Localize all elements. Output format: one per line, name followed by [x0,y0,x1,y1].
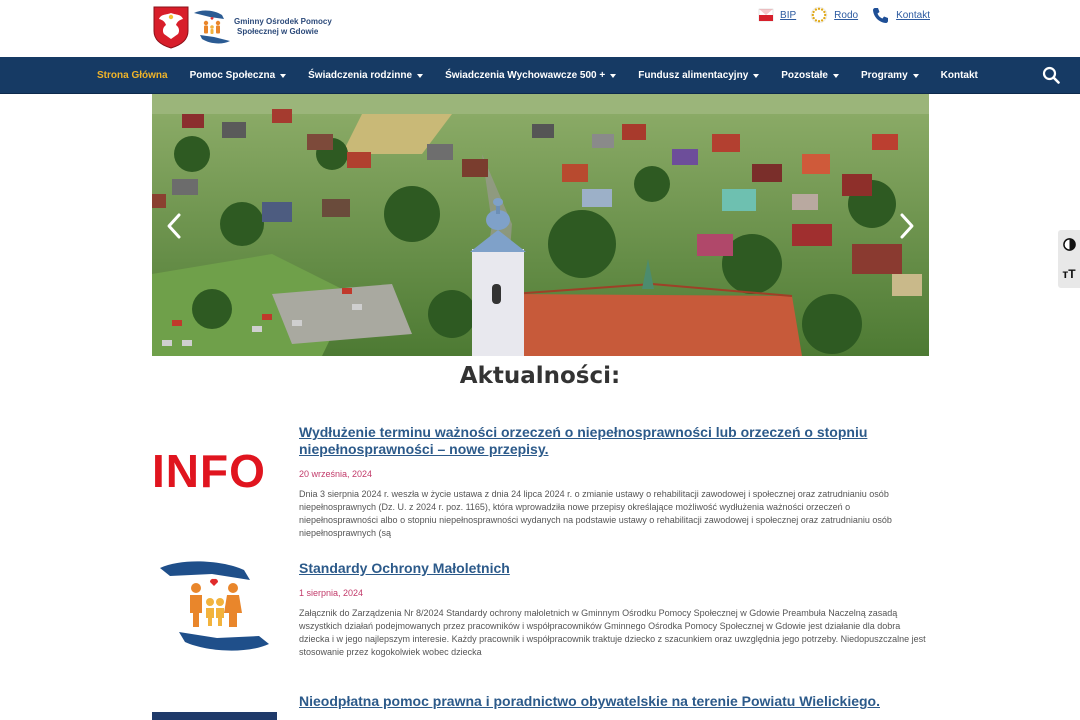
nav-item-contact[interactable]: Kontakt [941,70,978,81]
post-thumbnail[interactable]: INFO [152,444,277,498]
bip-link-label: BIP [780,9,797,21]
nav-menu: Strona Główna Pomoc Społeczna Świadczeni… [97,57,978,94]
slider-prev-arrow-icon[interactable] [164,212,184,240]
post-body: Standardy Ochrony Małoletnich 1 sierpnia… [299,560,929,659]
site-logo[interactable]: Gminny Ośrodek Pomocy Społecznej w Gdowi… [152,5,334,49]
post-title-link[interactable]: Standardy Ochrony Małoletnich [299,560,929,577]
bip-icon [758,8,774,22]
nav-item-label: Świadczenia Wychowawcze 500 + [445,70,606,81]
accessibility-toolbar: тT [1058,230,1080,288]
post-body: Nieodpłatna pomoc prawna i poradnictwo o… [299,693,929,710]
hero-slider[interactable] [152,94,929,356]
rodo-link[interactable]: Rodo [810,6,858,24]
family-hands-icon [160,561,269,651]
nav-item-label: Kontakt [940,70,978,81]
font-size-button[interactable]: тT [1058,259,1080,288]
eu-stars-icon [810,6,828,24]
top-links: BIP Rodo Kontakt [758,6,930,24]
chevron-down-icon [417,73,424,78]
logo-text-line1: Gminny Ośrodek Pomocy [234,17,332,26]
nav-item-label: Fundusz alimentacyjny [638,70,749,81]
nav-item-other[interactable]: Pozostałe [781,70,839,81]
post-thumbnail[interactable] [152,560,277,657]
nav-item-label: Świadczenia rodzinne [308,70,413,81]
nav-item-home[interactable]: Strona Główna [97,70,168,81]
chevron-down-icon [280,73,287,78]
nav-item-label: Pomoc Społeczna [189,70,276,81]
nav-item-family-benefits[interactable]: Świadczenia rodzinne [308,70,424,81]
logo-text-line2: Społecznej w Gdowie [237,27,319,36]
phone-icon [873,8,889,23]
logo-text: Gminny Ośrodek Pomocy Społecznej w Gdowi… [234,17,334,37]
post-title-link[interactable]: Nieodpłatna pomoc prawna i poradnictwo o… [299,693,929,710]
contact-link[interactable]: Kontakt [872,6,930,24]
nav-item-social-help[interactable]: Pomoc Społeczna [190,70,287,81]
nav-item-500plus[interactable]: Świadczenia Wychowawcze 500 + [445,70,617,81]
font-size-icon: тT [1062,266,1076,281]
contrast-toggle-button[interactable] [1058,230,1080,259]
post-excerpt: Dnia 3 sierpnia 2024 r. weszła w życie u… [299,489,892,538]
nav-item-label: Pozostałe [781,70,828,81]
nav-item-programs[interactable]: Programy [861,70,919,81]
chevron-down-icon [832,73,839,78]
contact-link-label: Kontakt [896,9,930,21]
nav-item-label: Programy [860,70,908,81]
main-navigation: Strona Główna Pomoc Społeczna Świadczeni… [0,57,1080,94]
post-title-link[interactable]: Wydłużenie terminu ważności orzeczeń o n… [299,424,929,458]
chevron-down-icon [912,73,919,78]
contrast-icon [1062,238,1076,251]
nav-item-alimony-fund[interactable]: Fundusz alimentacyjny [638,70,760,81]
chevron-down-icon [753,73,760,78]
section-title: Aktualności: [459,363,621,389]
post-date: 1 sierpnia, 2024 [299,588,364,598]
coat-of-arms-icon [153,6,189,49]
bip-link[interactable]: BIP [758,7,796,23]
site-header: Gminny Ośrodek Pomocy Społecznej w Gdowi… [0,0,1080,57]
nav-item-label: Strona Główna [97,70,168,81]
hands-family-logo-icon [194,10,230,44]
post-thumbnail[interactable] [152,712,277,720]
post-date: 20 września, 2024 [299,469,373,479]
post-body: Wydłużenie terminu ważności orzeczeń o n… [299,424,929,540]
slider-image [152,94,929,356]
rodo-link-label: Rodo [834,9,859,21]
slider-next-arrow-icon[interactable] [897,212,917,240]
search-icon[interactable] [1042,66,1060,84]
chevron-down-icon [610,73,617,78]
info-thumbnail-text: INFO [152,445,266,497]
post-excerpt: Załącznik do Zarządzenia Nr 8/2024 Stand… [299,608,926,657]
